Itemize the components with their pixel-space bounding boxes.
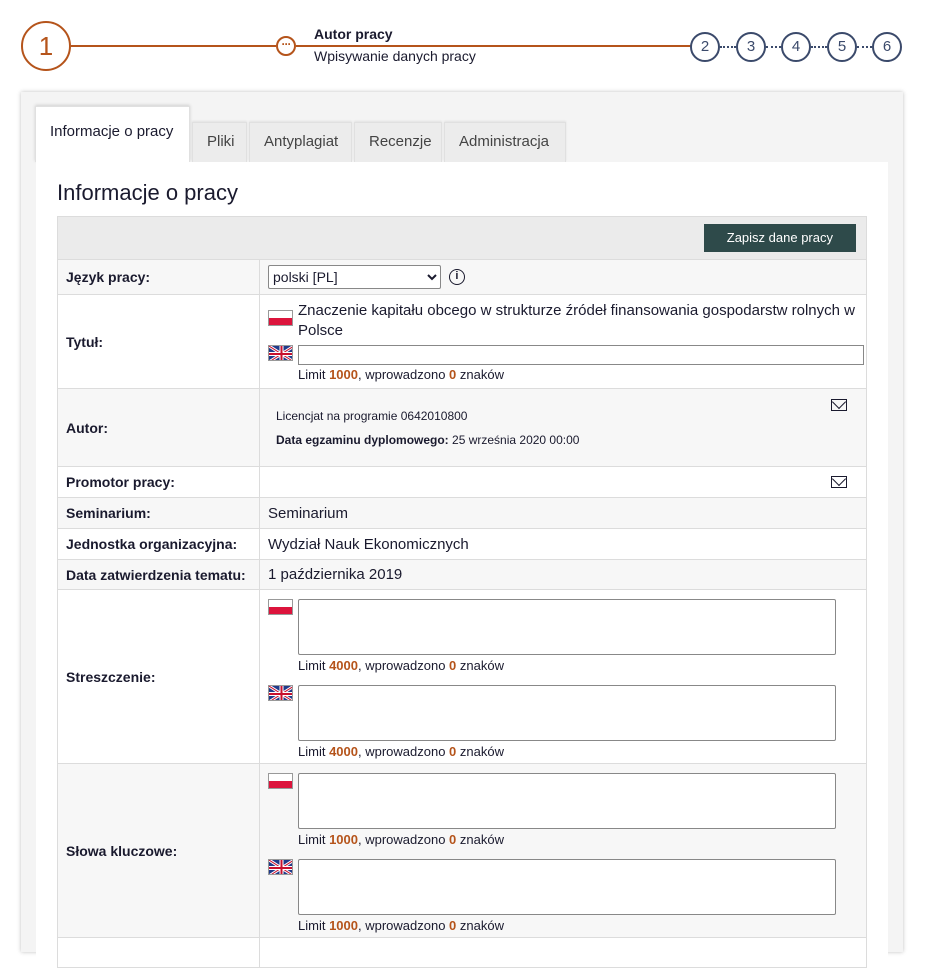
stepper-dots	[720, 46, 736, 48]
mail-icon[interactable]	[831, 399, 847, 411]
language-select[interactable]: polski [PL]	[268, 265, 441, 289]
language-label: Język pracy:	[57, 259, 260, 295]
next-row-label	[57, 937, 260, 968]
keywords-en-textarea[interactable]	[298, 859, 836, 915]
abstract-pl-textarea[interactable]	[298, 599, 836, 655]
approval-date-label: Data zatwierdzenia tematu:	[57, 559, 260, 590]
step-5[interactable]: 5	[827, 32, 857, 62]
flag-pl-icon	[268, 309, 293, 326]
keywords-pl-textarea[interactable]	[298, 773, 836, 829]
tab-administracja[interactable]: Administracja	[444, 122, 566, 162]
tab-recenzje[interactable]: Recenzje	[354, 122, 442, 162]
approval-date-value: 1 października 2019	[259, 559, 867, 590]
flag-uk-icon	[268, 859, 293, 875]
panel-title: Informacje o pracy	[57, 180, 238, 205]
progress-stepper: 1 ··· Autor pracy Wpisywanie danych prac…	[0, 0, 931, 85]
keywords-pl-limit: Limit 1000, wprowadzono 0 znaków	[298, 832, 504, 847]
next-row-value	[259, 937, 867, 968]
mail-icon[interactable]	[831, 476, 847, 488]
author-label: Autor:	[57, 388, 260, 467]
tab-informacje[interactable]: Informacje o pracy	[35, 106, 190, 162]
seminar-label: Seminarium:	[57, 497, 260, 529]
step-3[interactable]: 3	[736, 32, 766, 62]
step-4[interactable]: 4	[781, 32, 811, 62]
supervisor-label: Promotor pracy:	[57, 466, 260, 498]
tab-panel: Informacje o pracy Zapisz dane pracy Jęz…	[36, 162, 888, 968]
step-2[interactable]: 2	[690, 32, 720, 62]
thesis-form: Zapisz dane pracy Język pracy: polski [P…	[57, 216, 867, 968]
title-limit: Limit 1000, wprowadzono 0 znaków	[298, 366, 504, 382]
thesis-card: Informacje o pracy Pliki Antyplagiat Rec…	[21, 92, 903, 968]
title-pl-value: Znaczenie kapitału obcego w strukturze ź…	[298, 301, 855, 339]
stepper-line	[296, 45, 691, 47]
stepper-line	[71, 45, 276, 47]
abstract-label: Streszczenie:	[57, 589, 260, 764]
current-step-subtitle: Wpisywanie danych pracy	[314, 48, 476, 64]
stepper-dots	[766, 46, 781, 48]
abstract-pl-limit: Limit 4000, wprowadzono 0 znaków	[298, 658, 504, 673]
flag-uk-icon	[268, 344, 293, 361]
stepper-dots	[857, 46, 872, 48]
ellipsis-icon: ···	[276, 36, 296, 56]
step-6[interactable]: 6	[872, 32, 902, 62]
current-step-title: Autor pracy	[314, 26, 393, 42]
unit-label: Jednostka organizacyjna:	[57, 528, 260, 560]
title-label: Tytuł:	[57, 294, 260, 389]
abstract-en-textarea[interactable]	[298, 685, 836, 741]
form-header: Zapisz dane pracy	[57, 216, 867, 260]
flag-pl-icon	[268, 773, 293, 789]
info-icon[interactable]: i	[448, 269, 465, 285]
step-1-current: 1	[21, 21, 71, 71]
keywords-en-limit: Limit 1000, wprowadzono 0 znaków	[298, 918, 504, 933]
flag-pl-icon	[268, 599, 293, 615]
tab-antyplagiat[interactable]: Antyplagiat	[249, 122, 352, 162]
seminar-value: Seminarium	[259, 497, 867, 529]
stepper-dots	[811, 46, 827, 48]
save-thesis-button[interactable]: Zapisz dane pracy	[703, 224, 856, 252]
exam-date-line: Data egzaminu dyplomowego: 25 września 2…	[276, 432, 580, 447]
author-program: Licencjat na programie 0642010800	[276, 408, 468, 423]
title-en-input[interactable]	[298, 344, 864, 365]
unit-value: Wydział Nauk Ekonomicznych	[259, 528, 867, 560]
flag-uk-icon	[268, 685, 293, 701]
tab-pliki[interactable]: Pliki	[192, 122, 247, 162]
abstract-en-limit: Limit 4000, wprowadzono 0 znaków	[298, 744, 504, 759]
keywords-label: Słowa kluczowe:	[57, 763, 260, 938]
